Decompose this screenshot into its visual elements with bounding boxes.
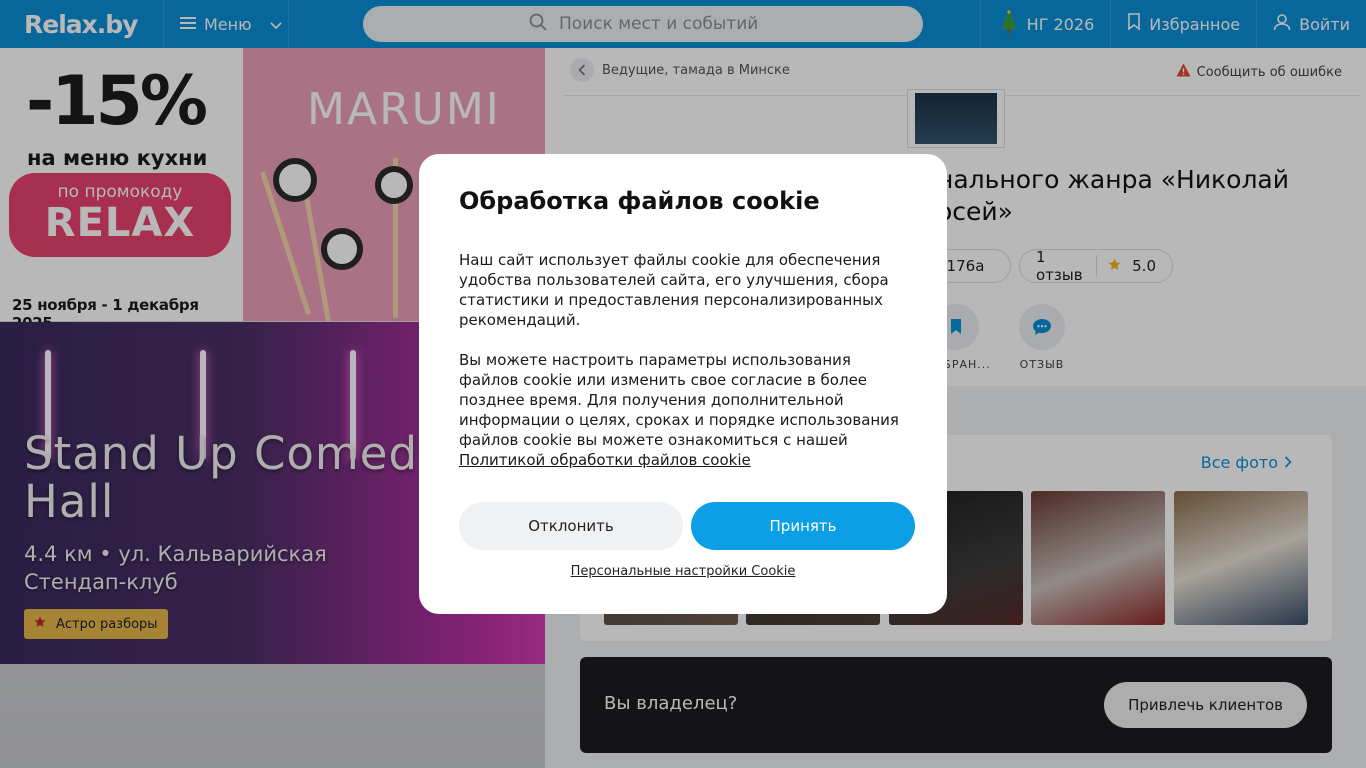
cookie-dialog-body: Наш сайт использует файлы cookie для обе… [459,250,915,470]
cookie-consent-dialog: Обработка файлов cookie Наш сайт использ… [419,154,947,614]
cookie-paragraph-text: Вы можете настроить параметры использова… [459,351,899,449]
cookie-paragraph: Вы можете настроить параметры использова… [459,350,915,470]
cookie-dialog-title: Обработка файлов cookie [459,187,820,215]
cookie-paragraph: Наш сайт использует файлы cookie для обе… [459,251,889,329]
cookie-settings-link[interactable]: Персональные настройки Cookie [419,564,947,579]
cookie-policy-link[interactable]: Политикой обработки файлов cookie [459,451,751,469]
accept-button[interactable]: Принять [691,502,915,550]
decline-button[interactable]: Отклонить [459,502,683,550]
